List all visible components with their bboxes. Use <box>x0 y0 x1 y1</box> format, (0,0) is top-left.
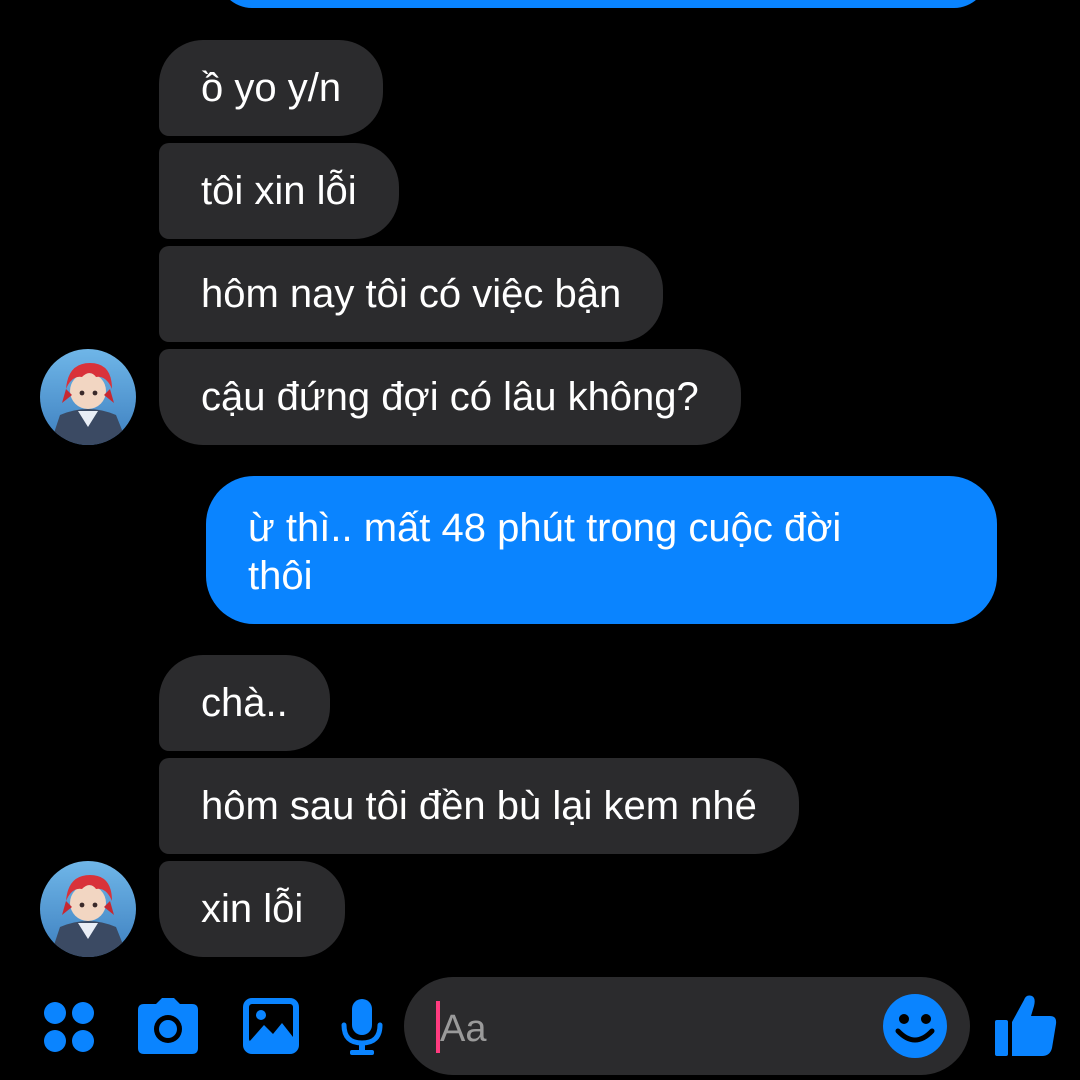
message-text: chà.. <box>201 681 288 725</box>
thumbs-up-icon[interactable] <box>994 992 1058 1058</box>
received-message[interactable]: xin lỗi <box>159 861 346 957</box>
avatar-image <box>40 861 136 957</box>
message-input[interactable] <box>440 1004 860 1054</box>
message-list[interactable]: ồ yo y/n tôi xin lỗi hôm nay tôi có việc… <box>0 0 1080 975</box>
received-message[interactable]: cậu đứng đợi có lâu không? <box>159 349 741 445</box>
message-text: cậu đứng đợi có lâu không? <box>201 375 699 419</box>
message-text: hôm nay tôi có việc bận <box>201 272 622 316</box>
contact-avatar[interactable] <box>40 861 136 957</box>
apps-icon[interactable] <box>42 1000 98 1056</box>
message-text-line: ừ thì.. mất 48 phút trong cuộc đời <box>248 506 842 550</box>
emoji-icon[interactable] <box>882 993 948 1059</box>
received-message[interactable]: ồ yo y/n <box>159 40 384 136</box>
received-message[interactable]: chà.. <box>159 655 330 751</box>
message-text: ồ yo y/n <box>201 66 342 110</box>
received-message[interactable]: hôm sau tôi đền bù lại kem nhé <box>159 758 799 854</box>
avatar-image <box>40 349 136 445</box>
gallery-icon[interactable] <box>242 997 300 1055</box>
message-text: hôm sau tôi đền bù lại kem nhé <box>201 784 757 828</box>
sent-message[interactable]: ừ thì.. mất 48 phút trong cuộc đời thôi <box>206 476 997 624</box>
microphone-icon[interactable] <box>340 997 384 1057</box>
message-text-line: thôi <box>248 554 313 598</box>
contact-avatar[interactable] <box>40 349 136 445</box>
received-message[interactable]: hôm nay tôi có việc bận <box>159 246 664 342</box>
camera-icon[interactable] <box>136 996 200 1056</box>
message-text: xin lỗi <box>201 887 304 931</box>
sent-message-partial[interactable] <box>218 0 988 8</box>
message-text: tôi xin lỗi <box>201 169 357 213</box>
received-message[interactable]: tôi xin lỗi <box>159 143 399 239</box>
